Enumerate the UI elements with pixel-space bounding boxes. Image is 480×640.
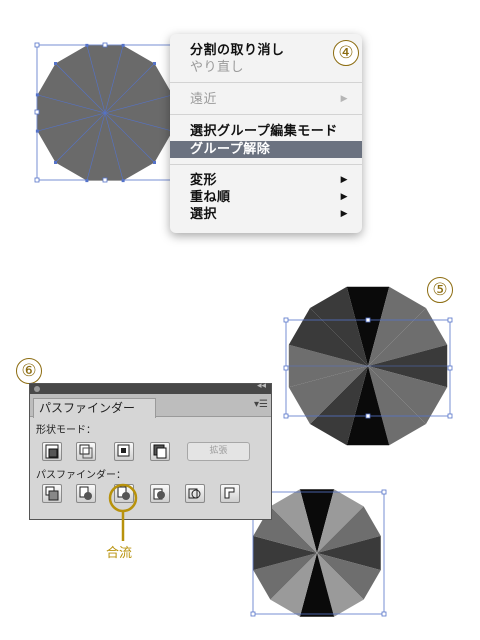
step-number-4: ④	[333, 40, 359, 66]
selection-handle[interactable]	[34, 177, 40, 183]
trim-icon	[79, 486, 92, 500]
selection-handle[interactable]	[102, 42, 108, 48]
submenu-arrow-icon: ▶	[340, 175, 348, 185]
selection-handle[interactable]	[283, 413, 289, 419]
selection-handle[interactable]	[381, 611, 387, 617]
anchor-point	[54, 62, 58, 66]
selection-handle[interactable]	[447, 365, 453, 371]
selection-handle[interactable]	[250, 611, 256, 617]
anchor-point	[85, 179, 89, 183]
divided-shape-artwork	[283, 286, 453, 446]
intersect-button[interactable]	[114, 442, 134, 461]
merge-callout-label: 合流	[106, 546, 133, 561]
polygon-artwork	[34, 42, 176, 183]
menu-item-transform[interactable]: 変形 ▶	[190, 172, 352, 189]
minus-back-icon	[224, 487, 235, 499]
shape-mode-label: 形状モード：	[36, 425, 96, 436]
selection-handle[interactable]	[365, 413, 371, 419]
panel-titlebar[interactable]: ◂◂	[30, 381, 271, 394]
crop-icon	[153, 488, 165, 500]
selection-handle[interactable]	[283, 365, 289, 371]
anchor-point	[85, 43, 89, 47]
anchor-point	[121, 43, 125, 47]
submenu-arrow-icon: ▶	[340, 94, 348, 104]
collapse-icon[interactable]: ◂◂	[257, 381, 266, 391]
minus-back-button[interactable]	[220, 484, 240, 503]
selection-handle[interactable]	[381, 489, 387, 495]
outline-icon	[188, 488, 201, 499]
expand-button[interactable]: 拡張	[187, 442, 250, 461]
menu-separator	[170, 114, 362, 115]
trim-button[interactable]	[76, 484, 96, 503]
divide-button[interactable]	[42, 484, 62, 503]
menu-item-perspective: 遠近 ▶	[190, 92, 348, 107]
selection-handle[interactable]	[34, 42, 40, 48]
menu-item-select[interactable]: 選択 ▶	[190, 206, 352, 223]
selection-handle[interactable]	[34, 109, 40, 115]
pathfinder-label: パスファインダー：	[36, 470, 126, 481]
context-menu: 分割の取り消し やり直し 遠近 ▶ 選択グループ編集モード グループ解除 変形 ▶ …	[170, 34, 362, 233]
minus-front-button[interactable]	[76, 442, 96, 461]
crop-button[interactable]	[150, 484, 170, 503]
merge-highlight	[108, 483, 138, 541]
anchor-point	[152, 62, 156, 66]
anchor-point	[35, 129, 39, 133]
anchor-point	[35, 93, 39, 97]
menu-separator	[170, 82, 362, 83]
submenu-arrow-icon: ▶	[340, 192, 348, 202]
selection-handle[interactable]	[283, 317, 289, 323]
close-icon[interactable]	[34, 386, 40, 392]
selection-handle[interactable]	[447, 317, 453, 323]
menu-item-redo: やり直し	[190, 60, 245, 75]
unite-icon	[45, 444, 59, 459]
menu-item-undo-split[interactable]: 分割の取り消し	[190, 42, 352, 59]
panel-tabbar: パスファインダー ▾☰	[30, 394, 271, 418]
outline-button[interactable]	[185, 484, 205, 503]
exclude-button[interactable]	[150, 442, 170, 461]
exclude-icon	[153, 444, 167, 459]
menu-separator	[170, 164, 362, 165]
divide-icon	[45, 486, 59, 501]
tab-pathfinder[interactable]: パスファインダー	[33, 398, 157, 418]
selection-handle[interactable]	[365, 317, 371, 323]
selection-handle[interactable]	[102, 177, 108, 183]
menu-item-ungroup[interactable]: グループ解除	[170, 141, 362, 158]
intersect-icon	[117, 444, 130, 457]
selection-handle[interactable]	[447, 413, 453, 419]
menu-item-isolation-mode[interactable]: 選択グループ編集モード	[190, 123, 352, 140]
pathfinder-panel: ◂◂ パスファインダー ▾☰ 形状モード： 拡張 パスファインダー：	[29, 381, 272, 520]
panel-menu-icon[interactable]: ▾☰	[254, 399, 268, 410]
highlight-circle	[108, 483, 138, 513]
menu-item-arrange[interactable]: 重ね順 ▶	[190, 189, 352, 206]
anchor-point	[121, 179, 125, 183]
anchor-point	[54, 160, 58, 164]
step-number-6: ⑥	[16, 358, 42, 384]
anchor-point	[152, 160, 156, 164]
submenu-arrow-icon: ▶	[340, 209, 348, 219]
unite-button[interactable]	[42, 442, 62, 461]
minus-front-icon	[79, 444, 93, 459]
